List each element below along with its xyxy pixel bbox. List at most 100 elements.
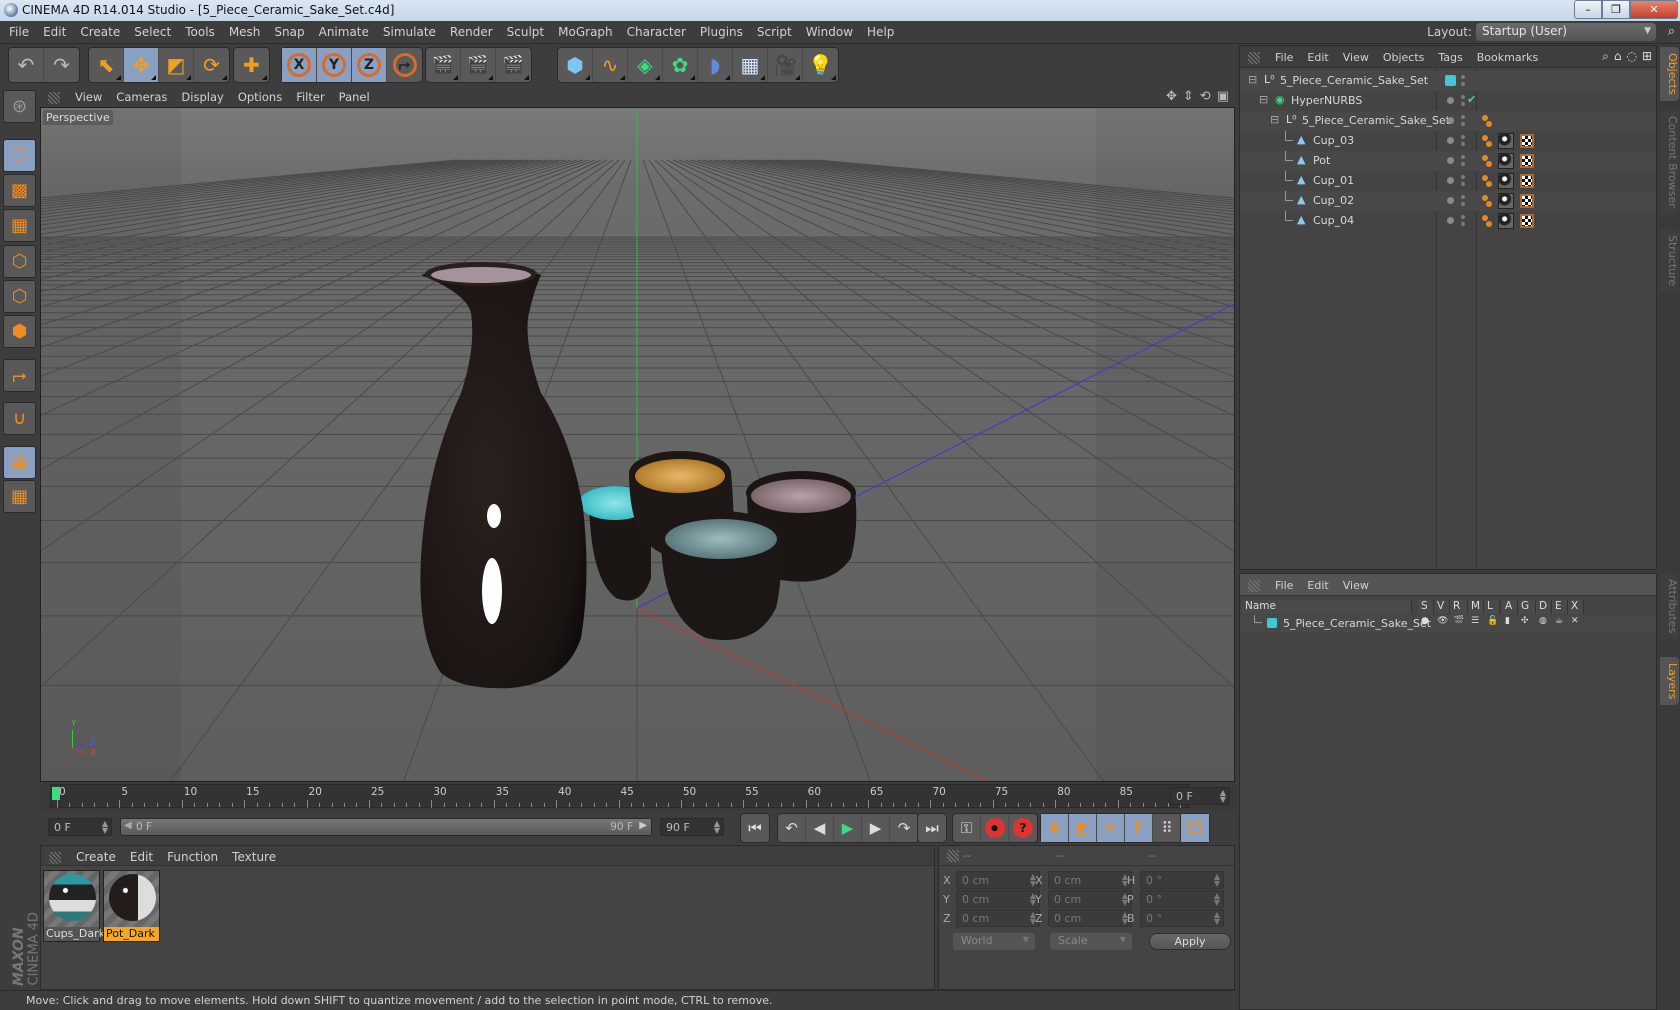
coord-position-x-field[interactable]: 0 cm ▲ ▼: [956, 871, 1040, 889]
layer-column-r[interactable]: R: [1450, 600, 1468, 614]
coord-rotation-h-field[interactable]: 0 ° ▲ ▼: [1140, 871, 1224, 889]
layout-select[interactable]: Startup (User) ▼: [1476, 23, 1656, 41]
layer-color-swatch[interactable]: [1445, 75, 1456, 86]
apply-button[interactable]: Apply: [1149, 933, 1231, 950]
uvw-tag-icon[interactable]: [1520, 134, 1534, 148]
eye-icon[interactable]: ◌: [1626, 49, 1636, 64]
layer-dot[interactable]: [1447, 137, 1454, 144]
viewport-menu-display[interactable]: Display: [174, 86, 230, 104]
render-visibility-dot[interactable]: [1461, 162, 1465, 166]
track-position-button[interactable]: ✥: [1041, 814, 1069, 842]
material-menu-edit[interactable]: Edit: [123, 846, 160, 864]
track-rotation-button[interactable]: ⟳: [1097, 814, 1125, 842]
layer-menu-edit[interactable]: Edit: [1300, 574, 1335, 592]
spinner-icon[interactable]: ▲ ▼: [1214, 873, 1220, 888]
coord-position-y-field[interactable]: 0 cm ▲ ▼: [956, 890, 1040, 908]
layer-column-s[interactable]: S: [1418, 600, 1434, 614]
render-view-button[interactable]: 🎬: [426, 48, 461, 82]
make-editable-button[interactable]: ⊛: [3, 90, 36, 123]
tab-attributes[interactable]: Attributes: [1660, 573, 1679, 640]
object-menu-edit[interactable]: Edit: [1300, 46, 1335, 64]
object-row[interactable]: ▲ Cup_04: [1240, 211, 1656, 231]
render-visibility-dot[interactable]: [1461, 82, 1465, 86]
scale-button[interactable]: ◩: [159, 48, 194, 82]
material-tag-icon[interactable]: [1498, 213, 1514, 229]
goto-next-key-button[interactable]: ↷: [890, 814, 918, 842]
object-row[interactable]: ⊟ ◉ HyperNURBS ✔: [1240, 91, 1656, 111]
tab-layers[interactable]: Layers: [1660, 657, 1679, 706]
drag-grip[interactable]: [49, 852, 61, 864]
timeline-window-button[interactable]: 🎞: [1181, 814, 1209, 842]
layer-dot[interactable]: [1447, 117, 1454, 124]
play-button[interactable]: ▶: [834, 814, 862, 842]
object-menu-view[interactable]: View: [1336, 46, 1376, 64]
viewport-menu-options[interactable]: Options: [231, 86, 289, 104]
locked-icon[interactable]: 🔓: [1487, 616, 1498, 626]
zoom-view-icon[interactable]: ⇕: [1183, 89, 1194, 104]
tab-objects[interactable]: Objects: [1660, 47, 1679, 101]
timeline-ruler[interactable]: 051015202530354045505560657075808590 0 F…: [40, 782, 1235, 810]
material-menu-texture[interactable]: Texture: [225, 846, 283, 864]
toggle-layout-icon[interactable]: ▣: [1217, 89, 1229, 104]
menu-simulate[interactable]: Simulate: [376, 21, 443, 39]
coord-size-x-field[interactable]: 0 cm ▲ ▼: [1048, 871, 1132, 889]
z-axis-button[interactable]: Z: [352, 48, 387, 82]
layer-dot[interactable]: [1447, 217, 1454, 224]
layer-dot[interactable]: [1447, 157, 1454, 164]
manager-icon[interactable]: ☰: [1471, 616, 1479, 626]
coordinate-mode-select[interactable]: World ▼: [953, 933, 1035, 950]
layer-menu-view[interactable]: View: [1336, 574, 1376, 592]
drag-grip[interactable]: [1248, 580, 1260, 592]
object-menu-file[interactable]: File: [1268, 46, 1300, 64]
material-tag-icon[interactable]: [1498, 173, 1514, 189]
menu-window[interactable]: Window: [799, 21, 860, 39]
solo-icon[interactable]: ●: [1421, 616, 1429, 626]
polygons-mode-button[interactable]: ⬢: [3, 315, 36, 348]
step-back-button[interactable]: ◀: [806, 814, 834, 842]
layer-column-a[interactable]: A: [1502, 600, 1518, 614]
menu-script[interactable]: Script: [750, 21, 799, 39]
current-frame-field[interactable]: 0 F ▲ ▼: [1170, 787, 1230, 805]
layer-menu-file[interactable]: File: [1268, 574, 1300, 592]
menu-sculpt[interactable]: Sculpt: [500, 21, 551, 39]
search-icon[interactable]: ⌕: [1602, 49, 1609, 64]
model-mode-button[interactable]: ⬡: [3, 139, 36, 172]
last-tool-button[interactable]: ✚: [234, 48, 269, 82]
editor-visibility-dot[interactable]: [1461, 215, 1465, 219]
render-visibility-dot[interactable]: [1461, 182, 1465, 186]
deformer-button[interactable]: ◗: [698, 48, 733, 82]
editor-visibility-dot[interactable]: [1461, 115, 1465, 119]
perspective-viewport[interactable]: Perspective Y Z X: [40, 107, 1235, 782]
phong-tag-icon[interactable]: [1482, 135, 1488, 141]
nurbs-button[interactable]: ◈: [628, 48, 663, 82]
keyframe-help-button[interactable]: ?: [1009, 814, 1037, 842]
menu-plugins[interactable]: Plugins: [693, 21, 750, 39]
menu-mograph[interactable]: MoGraph: [551, 21, 620, 39]
render-visibility-dot[interactable]: [1461, 202, 1465, 206]
menu-animate[interactable]: Animate: [312, 21, 376, 39]
viewport-menu-panel[interactable]: Panel: [332, 86, 377, 104]
material-cups-dark[interactable]: Cups_Dark: [43, 870, 105, 942]
render-visibility-dot[interactable]: [1461, 222, 1465, 226]
workplane-lock-button[interactable]: ▦: [3, 446, 36, 479]
uvw-tag-icon[interactable]: [1520, 174, 1534, 188]
layer-dot[interactable]: [1447, 97, 1454, 104]
editor-visibility-dot[interactable]: [1461, 75, 1465, 79]
drag-grip[interactable]: [1248, 52, 1260, 64]
menu-render[interactable]: Render: [443, 21, 500, 39]
cube-button[interactable]: ⬢: [558, 48, 593, 82]
menu-edit[interactable]: Edit: [36, 21, 73, 39]
drag-grip[interactable]: [947, 850, 959, 862]
coord-size-z-field[interactable]: 0 cm ▲ ▼: [1048, 909, 1132, 927]
move-button[interactable]: ✥: [124, 48, 159, 82]
track-parameter-button[interactable]: P: [1125, 814, 1153, 842]
material-menu-function[interactable]: Function: [160, 846, 225, 864]
coord-rotation-p-field[interactable]: 0 ° ▲ ▼: [1140, 890, 1224, 908]
light-button[interactable]: 💡: [803, 48, 838, 82]
menu-character[interactable]: Character: [620, 21, 693, 39]
expressions-icon[interactable]: ☕: [1555, 616, 1563, 626]
coord-rotation-b-field[interactable]: 0 ° ▲ ▼: [1140, 909, 1224, 927]
phong-tag-icon[interactable]: [1482, 195, 1488, 201]
layer-dot[interactable]: [1447, 177, 1454, 184]
editor-visibility-dot[interactable]: [1461, 175, 1465, 179]
